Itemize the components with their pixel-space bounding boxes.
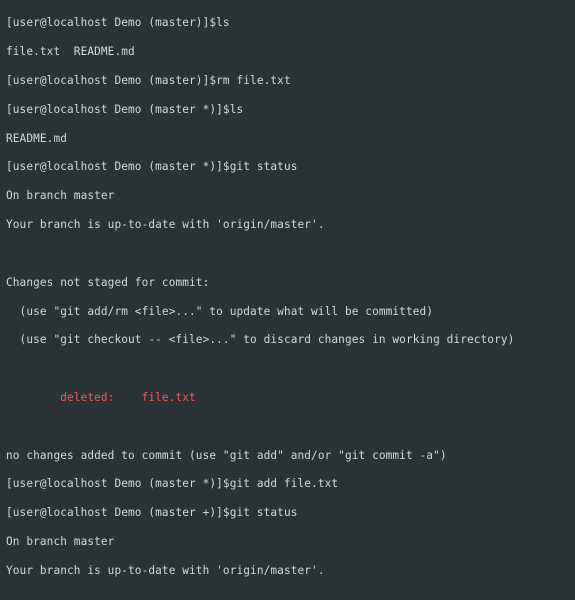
- output-ls: README.md: [6, 132, 569, 146]
- status-no-changes: no changes added to commit (use "git add…: [6, 449, 569, 463]
- status-deleted-red: deleted: file.txt: [6, 391, 569, 405]
- command-git-status: git status: [230, 160, 298, 173]
- command-rm: rm file.txt: [216, 74, 291, 87]
- status-branch: On branch master: [6, 189, 569, 203]
- command-ls: ls: [216, 16, 230, 29]
- status-branch: On branch master: [6, 535, 569, 549]
- cmd-line: [user@localhost Demo (master *)]$git add…: [6, 477, 569, 491]
- status-hint-checkout: (use "git checkout -- <file>..." to disc…: [6, 333, 569, 347]
- status-uptodate: Your branch is up-to-date with 'origin/m…: [6, 218, 569, 232]
- status-unstaged-hdr: Changes not staged for commit:: [6, 276, 569, 290]
- cmd-line: [user@localhost Demo (master *)]$ls: [6, 103, 569, 117]
- blank-line: [6, 420, 569, 434]
- cmd-line: [user@localhost Demo (master)]$rm file.t…: [6, 74, 569, 88]
- command-git-add: git add file.txt: [230, 477, 338, 490]
- prompt: [user@localhost Demo (master *)]$: [6, 477, 230, 490]
- blank-line: [6, 593, 569, 600]
- prompt: [user@localhost Demo (master +)]$: [6, 506, 230, 519]
- blank-line: [6, 362, 569, 376]
- prompt: [user@localhost Demo (master)]$: [6, 74, 216, 87]
- cmd-line: [user@localhost Demo (master)]$ls: [6, 16, 569, 30]
- command-git-status: git status: [230, 506, 298, 519]
- prompt: [user@localhost Demo (master *)]$: [6, 103, 230, 116]
- blank-line: [6, 247, 569, 261]
- terminal-window[interactable]: [user@localhost Demo (master)]$ls file.t…: [0, 0, 575, 600]
- status-uptodate: Your branch is up-to-date with 'origin/m…: [6, 564, 569, 578]
- prompt: [user@localhost Demo (master)]$: [6, 16, 216, 29]
- cmd-line: [user@localhost Demo (master +)]$git sta…: [6, 506, 569, 520]
- cmd-line: [user@localhost Demo (master *)]$git sta…: [6, 160, 569, 174]
- prompt: [user@localhost Demo (master *)]$: [6, 160, 230, 173]
- output-ls: file.txt README.md: [6, 45, 569, 59]
- status-hint-add: (use "git add/rm <file>..." to update wh…: [6, 305, 569, 319]
- command-ls: ls: [230, 103, 244, 116]
